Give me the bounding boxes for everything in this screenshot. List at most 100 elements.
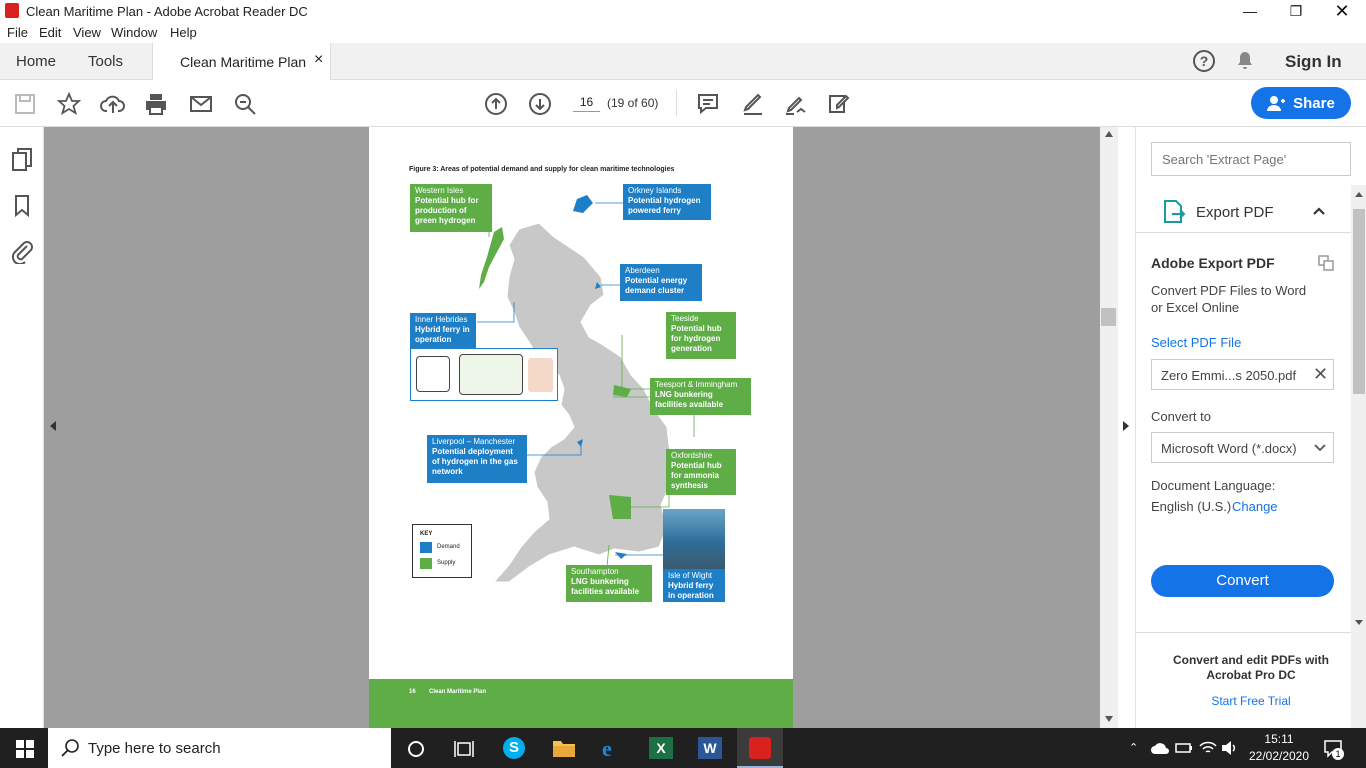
taskbar-search-box[interactable]: Type here to search [48,728,391,768]
wifi-icon[interactable] [1199,740,1217,756]
menu-edit[interactable]: Edit [39,25,61,40]
file-explorer-icon[interactable] [552,738,576,758]
share-label: Share [1293,94,1335,112]
menu-view[interactable]: View [73,25,101,40]
diagram-hydrogen-box [459,354,523,395]
vertical-scrollbar[interactable] [1100,127,1118,728]
label-liverpool-manchester: Liverpool – Manchester Potential deployme… [427,435,527,483]
cortana-icon[interactable] [407,740,425,758]
highlight-icon[interactable] [740,91,766,117]
key-supply-swatch [420,558,432,569]
taskbar: Type here to search S e X W ⌃ 15:11 22/0… [0,728,1366,768]
comment-icon[interactable] [695,91,721,117]
collapse-left-arrow-icon[interactable] [50,421,56,431]
panel-scroll-thumb[interactable] [1353,209,1365,394]
acrobat-icon [5,3,19,18]
scroll-thumb[interactable] [1101,308,1116,326]
export-pdf-header[interactable]: Export PDF [1196,204,1274,221]
scroll-up-icon[interactable] [1105,131,1113,137]
panel-scrollbar[interactable] [1351,185,1366,728]
start-free-trial-link[interactable]: Start Free Trial [1171,694,1331,708]
expand-right-arrow-icon[interactable] [1123,421,1129,431]
tab-home[interactable]: Home [16,53,56,70]
bell-icon[interactable] [1236,51,1254,71]
section-description: Convert PDF Files to Word or Excel Onlin… [1151,283,1307,315]
skype-icon[interactable]: S [503,737,525,759]
add-user-icon [1267,96,1286,111]
sign-icon[interactable] [783,91,809,117]
key-supply-label: Supply [437,560,456,566]
attachment-icon[interactable] [11,240,33,264]
convert-to-select[interactable]: Microsoft Word (*.docx) [1151,432,1334,463]
selected-file-field[interactable]: Zero Emmi...s 2050.pdf ✕ [1151,359,1334,390]
title-bar: Clean Maritime Plan - Adobe Acrobat Read… [0,0,1366,22]
word-icon[interactable]: W [698,737,722,759]
volume-icon[interactable] [1221,740,1239,756]
bookmark-icon[interactable] [14,195,30,217]
convert-to-label: Convert to [1151,409,1211,424]
windows-start-icon[interactable] [16,740,34,758]
section-title: Adobe Export PDF [1151,255,1275,271]
label-orkney-islands: Orkney Islands Potential hydrogen powered… [623,184,711,220]
pdf-page: Figure 3: Areas of potential demand and … [369,127,793,728]
search-input[interactable] [1151,142,1351,176]
save-icon[interactable] [12,91,38,117]
previous-page-icon[interactable] [483,91,509,117]
acrobat-taskbar-button[interactable] [737,728,783,768]
page-number-input[interactable]: 16 [573,95,600,112]
edge-icon[interactable]: e [602,736,612,762]
select-file-link[interactable]: Select PDF File [1151,335,1241,350]
page-footer: 16 Clean Maritime Plan [369,679,793,728]
minimize-button[interactable]: — [1227,0,1273,22]
panel-scroll-up-icon[interactable] [1355,192,1363,197]
right-panel-toggle[interactable] [1118,127,1135,728]
battery-icon[interactable] [1175,741,1193,755]
notification-count: 1 [1332,748,1344,760]
upload-icon[interactable] [100,91,126,117]
tab-tools[interactable]: Tools [88,53,123,70]
taskbar-search-placeholder: Type here to search [88,740,221,757]
show-hidden-icons-icon[interactable]: ⌃ [1129,741,1138,754]
tab-close-icon[interactable]: × [314,51,323,69]
selected-file-name: Zero Emmi...s 2050.pdf [1161,368,1297,383]
search-icon[interactable] [232,91,258,117]
divider [1136,232,1366,233]
copy-icon[interactable] [1318,255,1334,271]
scroll-down-icon[interactable] [1105,716,1113,722]
panel-scroll-down-icon[interactable] [1355,620,1363,625]
print-icon[interactable] [143,91,169,117]
menu-file[interactable]: File [7,25,28,40]
next-page-icon[interactable] [527,91,553,117]
taskbar-date[interactable]: 22/02/2020 [1244,749,1314,763]
onedrive-icon[interactable] [1150,741,1170,755]
label-isle-of-wight: Isle of Wight Hybrid ferry in operation [663,569,725,602]
map-key: KEY Demand Supply [412,524,472,578]
change-language-link[interactable]: Change [1232,499,1278,514]
clear-file-icon[interactable]: ✕ [1313,364,1328,385]
task-view-icon[interactable] [454,740,474,758]
search-icon [61,739,79,757]
menu-bar: File Edit View Window Help [0,22,1366,43]
toolbar: 16 (19 of 60) [0,80,1366,127]
convert-button[interactable]: Convert [1151,565,1334,597]
excel-icon[interactable]: X [649,737,673,759]
sign-in-link[interactable]: Sign In [1285,52,1342,72]
menu-window[interactable]: Window [111,25,157,40]
left-rail [0,127,44,728]
taskbar-time[interactable]: 15:11 [1249,732,1309,746]
fill-and-sign-icon[interactable] [827,91,853,117]
menu-help[interactable]: Help [170,25,197,40]
label-oxfordshire: Oxfordshire Potential hub for ammonia syn… [666,449,736,495]
mail-icon[interactable] [188,91,214,117]
tab-document[interactable]: Clean Maritime Plan × [152,43,331,80]
tab-bar: Home Tools Clean Maritime Plan × ? Sign … [0,43,1366,80]
label-southampton: Southampton LNG bunkering facilities avai… [566,565,652,602]
chevron-up-icon[interactable] [1312,206,1326,216]
maximize-button[interactable]: ❐ [1273,0,1319,22]
pages-icon[interactable] [12,148,34,172]
share-button[interactable]: Share [1251,87,1351,119]
close-window-button[interactable]: ✕ [1319,0,1365,22]
help-icon[interactable]: ? [1193,50,1215,72]
star-icon[interactable] [56,91,82,117]
diagram-ferry-box [528,358,553,392]
